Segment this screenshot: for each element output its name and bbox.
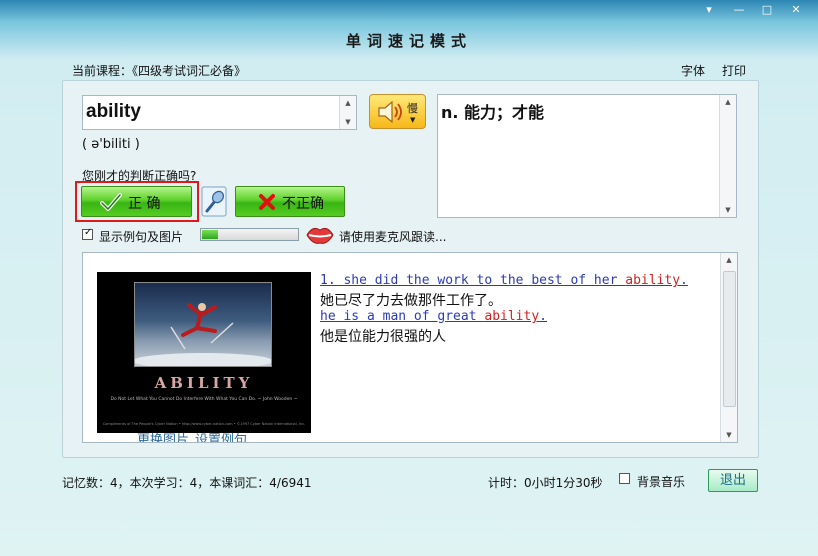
word-scrollbar[interactable]: ▲ ▼ — [339, 96, 356, 129]
incorrect-button[interactable]: 不正确 — [235, 186, 345, 217]
scroll-down-icon[interactable]: ▼ — [720, 203, 736, 217]
current-course-label: 当前课程：《四级考试词汇必备》 — [72, 64, 247, 78]
microphone-icon — [201, 186, 227, 217]
checkmark-icon — [100, 193, 122, 211]
show-examples-checkbox[interactable]: ✓ — [82, 227, 93, 240]
chevron-down-icon[interactable]: ▼ — [410, 116, 415, 124]
meaning-text: n. 能力；才能 — [441, 103, 545, 122]
bg-music-checkbox[interactable] — [619, 473, 630, 484]
font-link[interactable]: 字体 — [681, 62, 705, 79]
lips-icon[interactable] — [305, 224, 335, 246]
image-links: 更换图片 设置例句 — [137, 429, 253, 442]
set-example-link[interactable]: 设置例句 — [195, 433, 247, 442]
study-stats: 记忆数：4，本次学习：4，本课词汇：4/6941 — [62, 476, 312, 490]
speaker-icon — [378, 101, 402, 123]
window-title: 单词速记模式 — [345, 32, 472, 50]
word-display[interactable]: ability ▲ ▼ — [82, 95, 357, 130]
dropdown-icon[interactable]: ▾ — [696, 0, 722, 18]
image-caption: ABILITY — [154, 374, 254, 392]
recording-level-fill — [202, 230, 218, 239]
recording-level-bar — [200, 228, 299, 241]
example-sentence-cn: 他是位能力很强的人 — [320, 329, 446, 345]
close-icon[interactable]: ✕ — [783, 0, 809, 18]
scroll-down-icon[interactable]: ▼ — [721, 428, 737, 442]
keyword-highlight: ability — [625, 273, 681, 288]
meaning-display[interactable]: n. 能力；才能 ▲ ▼ — [437, 94, 737, 218]
cross-icon — [259, 194, 275, 210]
example-sentence-cn: 她已尽了力去做那件工作了。 — [320, 293, 502, 309]
show-examples-label[interactable]: 显示例句及图片 — [99, 228, 183, 245]
phonetic: ( ə'biliti ) — [82, 137, 140, 152]
pronounce-button[interactable]: 慢 ▼ — [369, 94, 426, 129]
meaning-scrollbar[interactable]: ▲ ▼ — [719, 95, 736, 217]
scroll-up-icon[interactable]: ▲ — [721, 253, 737, 267]
example-panel: ABILITY Do Not Let What You Cannot Do In… — [82, 252, 738, 443]
scroll-thumb[interactable] — [723, 271, 736, 407]
example-scrollbar[interactable]: ▲ ▼ — [720, 253, 737, 442]
scroll-up-icon[interactable]: ▲ — [720, 95, 736, 109]
image-credit: Compliments of The People's Cyber Nation… — [102, 422, 306, 426]
maximize-icon[interactable]: □ — [754, 0, 780, 18]
word-text: ability — [86, 101, 141, 122]
example-sentence-en[interactable]: he is a man of great ability. — [320, 309, 547, 324]
example-sentence-en[interactable]: 1. she did the work to the best of her a… — [320, 273, 688, 288]
image-quote: Do Not Let What You Cannot Do Interfere … — [110, 397, 298, 402]
scroll-down-icon[interactable]: ▼ — [340, 115, 356, 129]
minimize-icon[interactable]: — — [726, 0, 752, 18]
scroll-up-icon[interactable]: ▲ — [340, 96, 356, 110]
slow-speed-label: 慢 — [407, 102, 418, 115]
mic-prompt: 请使用麦克风跟读... — [339, 230, 447, 244]
checkbox-check-icon: ✓ — [84, 227, 93, 238]
skier-figure — [133, 303, 273, 369]
correct-button-label: 正 确 — [128, 196, 161, 212]
bg-music-label[interactable]: 背景音乐 — [637, 473, 685, 490]
incorrect-button-label: 不正确 — [282, 196, 324, 212]
example-image-photo — [133, 282, 273, 369]
exit-button[interactable]: 退出 — [708, 469, 758, 492]
print-link[interactable]: 打印 — [722, 62, 746, 79]
record-button[interactable] — [201, 186, 227, 217]
example-image: ABILITY Do Not Let What You Cannot Do In… — [97, 272, 311, 433]
correct-button[interactable]: 正 确 — [81, 186, 192, 217]
keyword-highlight: ability — [484, 309, 540, 324]
study-timer: 计时：0小时1分30秒 — [488, 476, 603, 490]
change-image-link[interactable]: 更换图片 — [137, 433, 189, 442]
